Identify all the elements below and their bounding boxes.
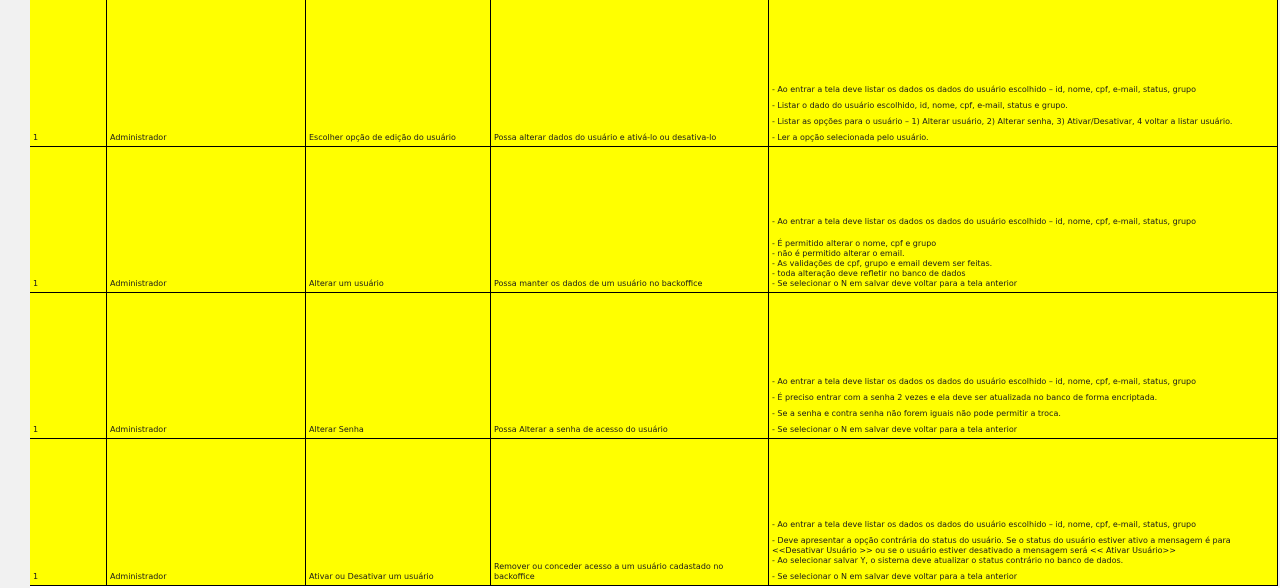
cell-action-text: Ativar ou Desativar um usuário <box>309 572 434 581</box>
cell-id-text: 1 <box>33 279 39 288</box>
cell-id[interactable]: 1 <box>30 0 107 146</box>
criteria-item: - não é permitido alterar o email. <box>772 249 905 258</box>
cell-action-text: Alterar um usuário <box>309 279 384 288</box>
criteria-item: - Se a senha e contra senha não forem ig… <box>772 409 1061 418</box>
cell-criteria[interactable]: - Ao entrar a tela deve listar os dados … <box>769 147 1278 292</box>
cell-goal[interactable]: Possa Alterar a senha de acesso do usuár… <box>491 293 769 438</box>
criteria-item: - Ao entrar a tela deve listar os dados … <box>772 377 1197 386</box>
cell-id-text: 1 <box>33 425 39 434</box>
criteria-item: - Ao selecionar salvar Y, o sistema deve… <box>772 556 1124 565</box>
criteria-item: - Deve apresentar a opção contrária do s… <box>772 536 1234 555</box>
cell-criteria[interactable]: - Ao entrar a tela deve listar os dados … <box>769 293 1278 438</box>
criteria-list: - Ao entrar a tela deve listar os dados … <box>772 85 1273 143</box>
cell-goal-text: Remover ou conceder acesso a um usuário … <box>494 562 724 581</box>
criteria-item: - Ao entrar a tela deve listar os dados … <box>772 217 1197 226</box>
criteria-list: - Ao entrar a tela deve listar os dados … <box>772 520 1273 582</box>
criteria-item: - Ao entrar a tela deve listar os dados … <box>772 520 1197 529</box>
cell-id-text: 1 <box>33 572 39 581</box>
cell-goal[interactable]: Possa manter os dados de um usuário no b… <box>491 147 769 292</box>
cell-id-text: 1 <box>33 133 39 142</box>
table-row: 1 Administrador Ativar ou Desativar um u… <box>30 439 1278 586</box>
cell-role-text: Administrador <box>110 425 167 434</box>
criteria-item: - Se selecionar o N em salvar deve volta… <box>772 425 1018 434</box>
document-page: 1 Administrador Escolher opção de edição… <box>30 0 1278 588</box>
cell-role[interactable]: Administrador <box>107 0 306 146</box>
criteria-item: - Se selecionar o N em salvar deve volta… <box>772 279 1018 288</box>
cell-role[interactable]: Administrador <box>107 147 306 292</box>
cell-action[interactable]: Ativar ou Desativar um usuário <box>306 439 491 585</box>
table-row: 1 Administrador Alterar Senha Possa Alte… <box>30 293 1278 439</box>
cell-role-text: Administrador <box>110 572 167 581</box>
criteria-item: - Ao entrar a tela deve listar os dados … <box>772 85 1197 94</box>
table-row: 1 Administrador Escolher opção de edição… <box>30 0 1278 147</box>
cell-role[interactable]: Administrador <box>107 293 306 438</box>
cell-role[interactable]: Administrador <box>107 439 306 585</box>
criteria-item: - Listar o dado do usuário escolhido, id… <box>772 101 1068 110</box>
cell-role-text: Administrador <box>110 279 167 288</box>
cell-id[interactable]: 1 <box>30 147 107 292</box>
cell-goal-text: Possa alterar dados do usuário e ativá-l… <box>494 133 717 142</box>
cell-action[interactable]: Alterar um usuário <box>306 147 491 292</box>
cell-action[interactable]: Escolher opção de edição do usuário <box>306 0 491 146</box>
cell-id[interactable]: 1 <box>30 293 107 438</box>
cell-action[interactable]: Alterar Senha <box>306 293 491 438</box>
cell-goal-text: Possa Alterar a senha de acesso do usuár… <box>494 425 668 434</box>
cell-criteria[interactable]: - Ao entrar a tela deve listar os dados … <box>769 0 1278 146</box>
requirements-table: 1 Administrador Escolher opção de edição… <box>30 0 1278 586</box>
criteria-item: - As validações de cpf, grupo e email de… <box>772 259 993 268</box>
cell-action-text: Escolher opção de edição do usuário <box>309 133 456 142</box>
cell-criteria[interactable]: - Ao entrar a tela deve listar os dados … <box>769 439 1278 585</box>
cell-role-text: Administrador <box>110 133 167 142</box>
cell-id[interactable]: 1 <box>30 439 107 585</box>
criteria-list: - Ao entrar a tela deve listar os dados … <box>772 377 1273 435</box>
criteria-item: - toda alteração deve refletir no banco … <box>772 269 966 278</box>
criteria-list: - Ao entrar a tela deve listar os dados … <box>772 217 1273 289</box>
criteria-item: - É preciso entrar com a senha 2 vezes e… <box>772 393 1158 402</box>
criteria-item: - Se selecionar o N em salvar deve volta… <box>772 572 1018 581</box>
criteria-item: - Listar as opções para o usuário – 1) A… <box>772 117 1233 126</box>
cell-action-text: Alterar Senha <box>309 425 364 434</box>
cell-goal[interactable]: Possa alterar dados do usuário e ativá-l… <box>491 0 769 146</box>
cell-goal[interactable]: Remover ou conceder acesso a um usuário … <box>491 439 769 585</box>
criteria-item: - Ler a opção selecionada pelo usuário. <box>772 133 929 142</box>
criteria-item: - É permitido alterar o nome, cpf e grup… <box>772 239 937 248</box>
cell-goal-text: Possa manter os dados de um usuário no b… <box>494 279 703 288</box>
table-row: 1 Administrador Alterar um usuário Possa… <box>30 147 1278 293</box>
